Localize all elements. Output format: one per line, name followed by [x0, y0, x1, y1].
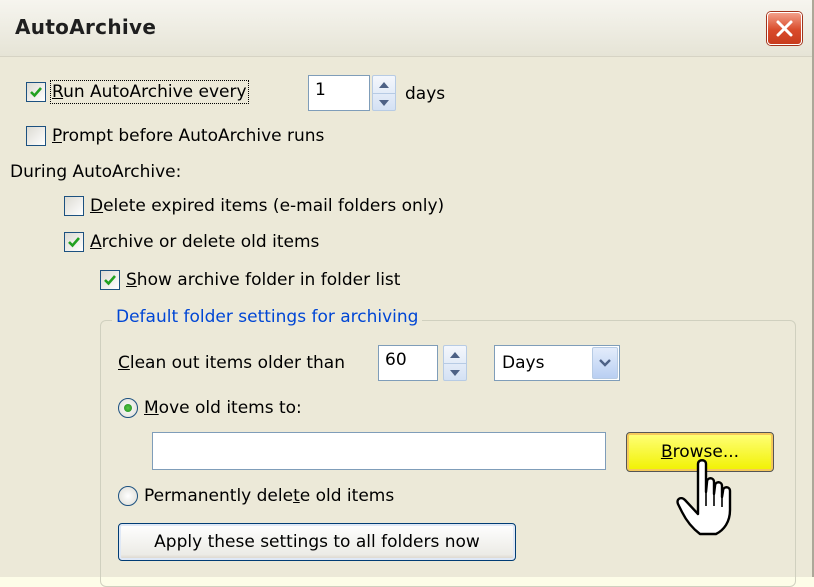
show-folder-row: Show archive folder in folder list [100, 270, 400, 290]
autoarchive-dialog: AutoArchive Run AutoArchive every 1 days… [0, 0, 814, 587]
hand-cursor-icon [676, 459, 732, 536]
spin-down-icon[interactable] [373, 94, 395, 111]
clean-out-age-spinner[interactable] [443, 345, 467, 381]
during-autoarchive-label: During AutoArchive: [10, 162, 182, 182]
archive-old-label[interactable]: Archive or delete old items [90, 232, 319, 252]
permanently-delete-radio[interactable] [118, 486, 138, 506]
run-autoarchive-checkbox[interactable] [26, 82, 46, 102]
run-interval-input[interactable]: 1 [308, 75, 370, 111]
run-interval-spinner[interactable] [372, 75, 396, 111]
clean-out-age-value: 60 [385, 350, 407, 370]
apply-all-folders-button[interactable]: Apply these settings to all folders now [118, 523, 516, 561]
checkmark-icon [68, 237, 80, 248]
apply-button-label: Apply these settings to all folders now [154, 532, 480, 552]
checkmark-icon [104, 275, 116, 286]
run-autoarchive-label[interactable]: Run AutoArchive every [50, 80, 249, 104]
spin-down-icon[interactable] [444, 364, 466, 381]
prompt-before-label[interactable]: Prompt before AutoArchive runs [52, 126, 324, 146]
spin-up-icon[interactable] [373, 76, 395, 94]
prompt-before-checkbox[interactable] [26, 126, 46, 146]
move-old-radio[interactable] [118, 398, 138, 418]
group-legend: Default folder settings for archiving [112, 307, 423, 327]
chevron-down-icon[interactable] [592, 347, 618, 379]
clean-out-age-input[interactable]: 60 [378, 345, 438, 381]
run-interval-unit: days [405, 84, 446, 104]
dialog-title: AutoArchive [15, 15, 157, 39]
prompt-before-row: Prompt before AutoArchive runs [26, 126, 324, 146]
spin-up-icon[interactable] [444, 346, 466, 364]
run-interval-value: 1 [315, 80, 326, 100]
show-folder-label[interactable]: Show archive folder in folder list [126, 270, 400, 290]
archive-old-row: Archive or delete old items [64, 232, 319, 252]
clean-out-period-value: Days [502, 353, 545, 373]
checkmark-icon [30, 87, 42, 98]
permanently-delete-row: Permanently delete old items [118, 486, 394, 506]
delete-expired-checkbox[interactable] [64, 196, 84, 216]
clean-out-period-select[interactable]: Days [494, 345, 620, 381]
show-folder-checkbox[interactable] [100, 270, 120, 290]
title-bar[interactable]: AutoArchive [0, 0, 812, 57]
archive-old-checkbox[interactable] [64, 232, 84, 252]
move-old-label[interactable]: Move old items to: [144, 398, 302, 418]
run-autoarchive-row: Run AutoArchive every [26, 80, 249, 104]
delete-expired-row: Delete expired items (e-mail folders onl… [64, 196, 444, 216]
delete-expired-label[interactable]: Delete expired items (e-mail folders onl… [90, 196, 444, 216]
clean-out-label: Clean out items older than [118, 353, 345, 373]
close-button[interactable] [767, 12, 802, 45]
move-old-row: Move old items to: [118, 398, 302, 418]
permanently-delete-label[interactable]: Permanently delete old items [144, 486, 394, 506]
close-icon [776, 20, 793, 37]
archive-path-input[interactable] [152, 432, 606, 470]
